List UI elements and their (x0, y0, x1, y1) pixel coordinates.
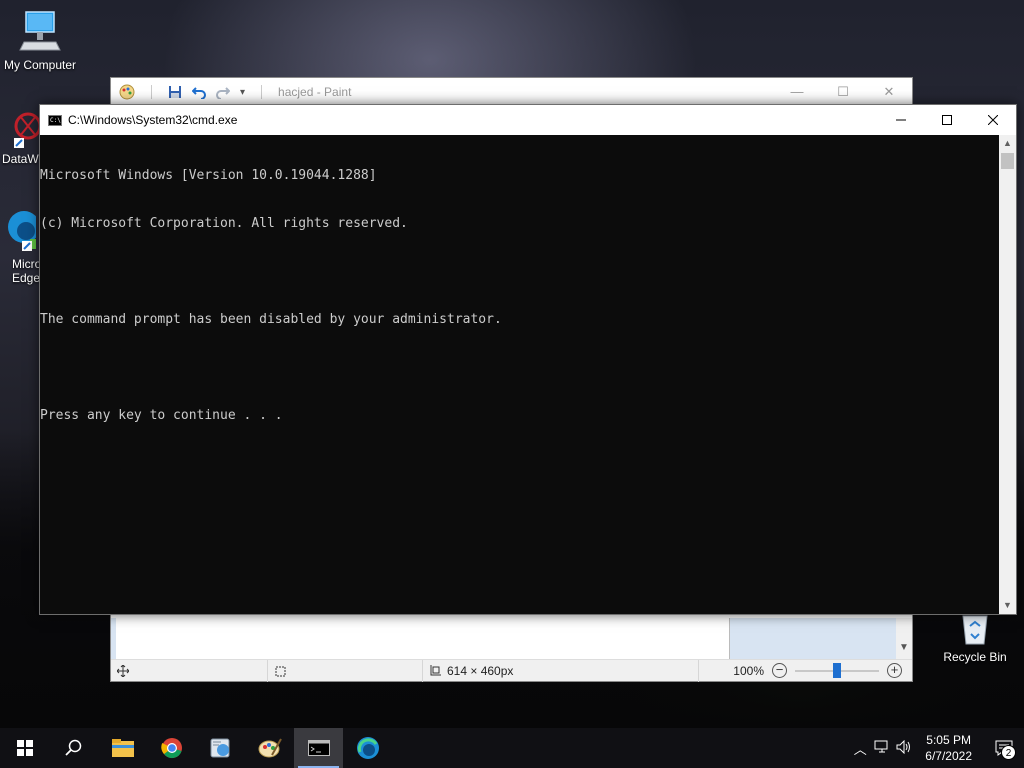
windows-logo-icon (16, 740, 33, 756)
chevron-up-icon[interactable]: ︿ (849, 739, 871, 758)
paint-vertical-scrollbar[interactable]: ▼ (896, 618, 912, 661)
desktop-icon-label: Recycle Bin (943, 650, 1007, 664)
taskbar-edge[interactable] (343, 728, 392, 768)
customize-toolbar-icon[interactable]: ▾ (240, 87, 245, 98)
paint-workspace (111, 618, 912, 661)
divider (261, 85, 263, 99)
cursor-position (111, 659, 268, 682)
file-explorer-icon (111, 739, 134, 757)
search-button[interactable] (49, 728, 98, 768)
minimize-button[interactable] (878, 105, 924, 135)
dataw-icon (14, 112, 40, 148)
divider (151, 85, 152, 99)
console-line: Microsoft Windows [Version 10.0.19044.12… (40, 168, 377, 183)
cmd-window[interactable]: C:\ C:\Windows\System32\cmd.exe Microsof… (39, 104, 1017, 615)
paint-canvas[interactable] (116, 618, 730, 661)
clock-date: 6/7/2022 (925, 749, 972, 763)
save-icon[interactable] (168, 85, 182, 99)
system-tray: ︿ 5:05 PM 6/7/2022 2 (849, 728, 1024, 768)
computer-icon (19, 11, 61, 51)
maximize-icon (942, 115, 952, 125)
cmd-icon (307, 740, 330, 756)
maximize-button[interactable] (924, 105, 970, 135)
scrollbar-thumb[interactable] (1001, 153, 1014, 169)
app-icon (210, 738, 229, 758)
minimize-icon (896, 119, 906, 121)
console-line: Press any key to continue . . . (40, 408, 283, 423)
chrome-icon (160, 738, 182, 759)
zoom-in-button[interactable]: + (887, 663, 902, 678)
cmd-titlebar[interactable]: C:\ C:\Windows\System32\cmd.exe (40, 105, 1016, 135)
zoom-slider-thumb[interactable] (833, 662, 841, 678)
edge-icon (8, 211, 36, 251)
desktop-icon-my-computer[interactable]: My Computer (0, 10, 80, 72)
edge-icon (356, 737, 379, 759)
close-icon (988, 115, 998, 125)
console-line: The command prompt has been disabled by … (40, 312, 502, 327)
taskbar-file-explorer[interactable] (98, 728, 147, 768)
close-button[interactable] (970, 105, 1016, 135)
taskbar-cmd[interactable] (294, 728, 343, 768)
cmd-app-icon: C:\ (48, 114, 62, 126)
close-button[interactable]: ✕ (866, 84, 912, 100)
move-cursor-icon (117, 664, 129, 677)
zoom-out-button[interactable]: − (772, 663, 787, 678)
undo-icon[interactable] (192, 85, 206, 99)
zoom-control: 100% − + (733, 662, 912, 678)
search-icon (64, 739, 81, 756)
paint-app-icon (119, 84, 135, 100)
console-output[interactable]: Microsoft Windows [Version 10.0.19044.12… (40, 135, 999, 614)
quick-access-toolbar: ▾ (119, 84, 268, 100)
maximize-button[interactable]: ☐ (820, 84, 866, 100)
paint-icon (258, 738, 282, 758)
desktop-icon-label: My Computer (3, 58, 77, 72)
notification-count-badge: 2 (1001, 745, 1016, 760)
clock[interactable]: 5:05 PM 6/7/2022 (925, 732, 972, 764)
desktop-icon-recycle-bin[interactable]: Recycle Bin (935, 612, 1015, 664)
paint-status-bar: 614 × 460px 100% − + (111, 659, 912, 682)
selection-icon (275, 666, 286, 676)
console-line: (c) Microsoft Corporation. All rights re… (40, 216, 408, 231)
zoom-slider[interactable] (795, 662, 879, 678)
cmd-window-title: C:\Windows\System32\cmd.exe (68, 113, 238, 127)
minimize-button[interactable]: — (774, 84, 820, 100)
scroll-down-button[interactable]: ▼ (999, 597, 1016, 614)
scroll-up-button[interactable]: ▲ (999, 135, 1016, 152)
taskbar-app[interactable] (196, 728, 245, 768)
start-button[interactable] (0, 728, 49, 768)
taskbar-paint[interactable] (245, 728, 294, 768)
volume-icon[interactable] (893, 739, 915, 757)
paint-window-title: hacjed - Paint (278, 85, 352, 99)
zoom-level: 100% (733, 663, 764, 678)
image-size: 614 × 460px (423, 659, 699, 682)
paint-titlebar[interactable]: ▾ hacjed - Paint — ☐ ✕ (111, 78, 912, 106)
image-size-value: 614 × 460px (447, 663, 514, 678)
redo-icon[interactable] (216, 85, 230, 99)
recycle-bin-icon (962, 615, 988, 645)
network-icon[interactable] (871, 740, 893, 757)
selection-size (268, 659, 423, 682)
action-center-button[interactable]: 2 (984, 728, 1024, 768)
chevron-down-icon[interactable]: ▼ (899, 642, 909, 653)
cmd-vertical-scrollbar[interactable]: ▲ ▼ (999, 135, 1016, 614)
clock-time: 5:05 PM (926, 733, 971, 747)
taskbar: ︿ 5:05 PM 6/7/2022 2 (0, 728, 1024, 768)
taskbar-chrome[interactable] (147, 728, 196, 768)
image-size-icon (430, 664, 441, 675)
